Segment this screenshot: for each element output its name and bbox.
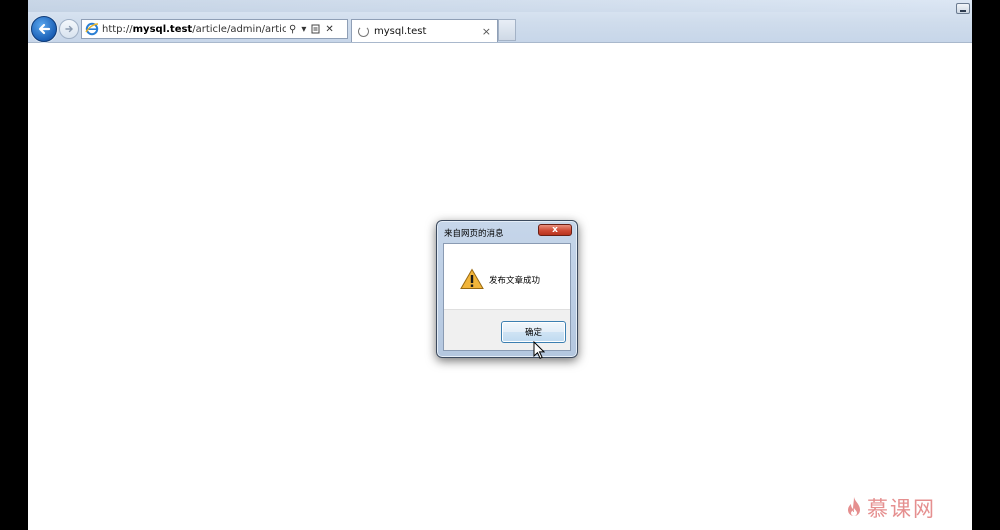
ok-button[interactable]: 确定 <box>501 321 566 343</box>
loading-spinner-icon <box>358 25 369 37</box>
watermark-logo: 慕课网 <box>845 493 936 523</box>
dialog-message: 发布文章成功 <box>489 276 541 286</box>
forward-button[interactable] <box>59 19 79 39</box>
ie-page-icon <box>85 22 99 36</box>
watermark-text: 慕课网 <box>867 497 936 521</box>
url-prefix: http:// <box>102 23 133 35</box>
tab-close-icon[interactable]: × <box>482 25 491 38</box>
dialog-body: 发布文章成功 确定 <box>443 243 571 351</box>
toolbar-shadow <box>28 0 972 12</box>
dialog-close-button[interactable]: x <box>538 224 572 236</box>
arrow-left-icon <box>38 23 51 35</box>
tab-title: mysql.test <box>374 25 427 37</box>
address-bar[interactable]: http://mysql.test/article/admin/article.… <box>81 19 348 39</box>
mouse-cursor-icon <box>533 341 545 359</box>
url-path: /article/admin/article.add.hanc <box>192 23 286 35</box>
tab-mysql-test[interactable]: mysql.test × <box>351 19 498 42</box>
url-text[interactable]: http://mysql.test/article/admin/article.… <box>102 24 286 35</box>
stop-icon[interactable]: ✕ <box>325 24 333 35</box>
dialog-title: 来自网页的消息 <box>444 229 504 239</box>
search-icon[interactable]: ⚲ <box>289 24 296 35</box>
url-host: mysql.test <box>132 23 193 35</box>
alert-dialog: 来自网页的消息 x 发布文章成功 确定 <box>436 220 578 358</box>
back-button[interactable] <box>31 16 57 42</box>
flame-logo-icon <box>848 497 860 516</box>
dropdown-arrow-icon[interactable]: ▾ <box>301 24 306 35</box>
browser-toolbar: http://mysql.test/article/admin/article.… <box>28 0 972 43</box>
window-minimize-button[interactable] <box>956 3 970 14</box>
new-tab-button[interactable] <box>498 19 516 41</box>
address-tools: ⚲ ▾ ✕ <box>289 24 334 35</box>
arrow-right-icon <box>65 25 73 33</box>
close-icon: x <box>552 224 558 235</box>
compatibility-view-icon[interactable] <box>311 24 320 34</box>
warning-icon <box>460 268 484 289</box>
